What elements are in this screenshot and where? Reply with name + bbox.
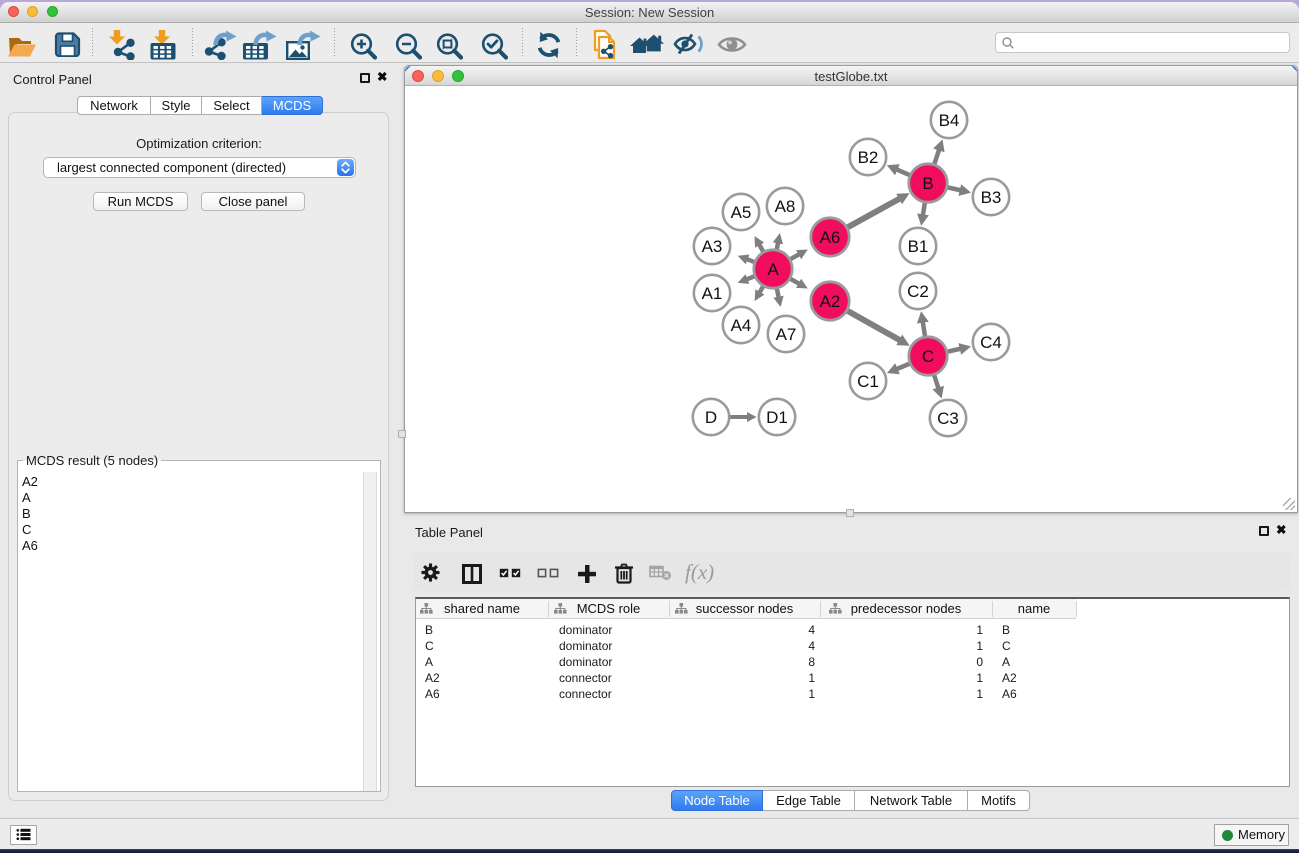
svg-text:C4: C4 xyxy=(980,333,1002,352)
svg-text:A4: A4 xyxy=(731,316,752,335)
svg-text:B2: B2 xyxy=(858,148,879,167)
svg-text:A6: A6 xyxy=(820,228,841,247)
svg-text:D: D xyxy=(705,408,717,427)
svg-text:A1: A1 xyxy=(702,284,723,303)
svg-text:A8: A8 xyxy=(775,197,796,216)
svg-text:B1: B1 xyxy=(908,237,929,256)
svg-text:D1: D1 xyxy=(766,408,788,427)
svg-text:A: A xyxy=(767,260,779,279)
svg-text:C3: C3 xyxy=(937,409,959,428)
svg-text:A3: A3 xyxy=(702,237,723,256)
svg-text:A2: A2 xyxy=(820,292,841,311)
svg-text:B: B xyxy=(922,174,933,193)
svg-text:B4: B4 xyxy=(939,111,960,130)
svg-text:C1: C1 xyxy=(857,372,879,391)
svg-text:C: C xyxy=(922,347,934,366)
svg-text:A5: A5 xyxy=(731,203,752,222)
svg-text:B3: B3 xyxy=(981,188,1002,207)
svg-text:A7: A7 xyxy=(776,325,797,344)
svg-text:C2: C2 xyxy=(907,282,929,301)
